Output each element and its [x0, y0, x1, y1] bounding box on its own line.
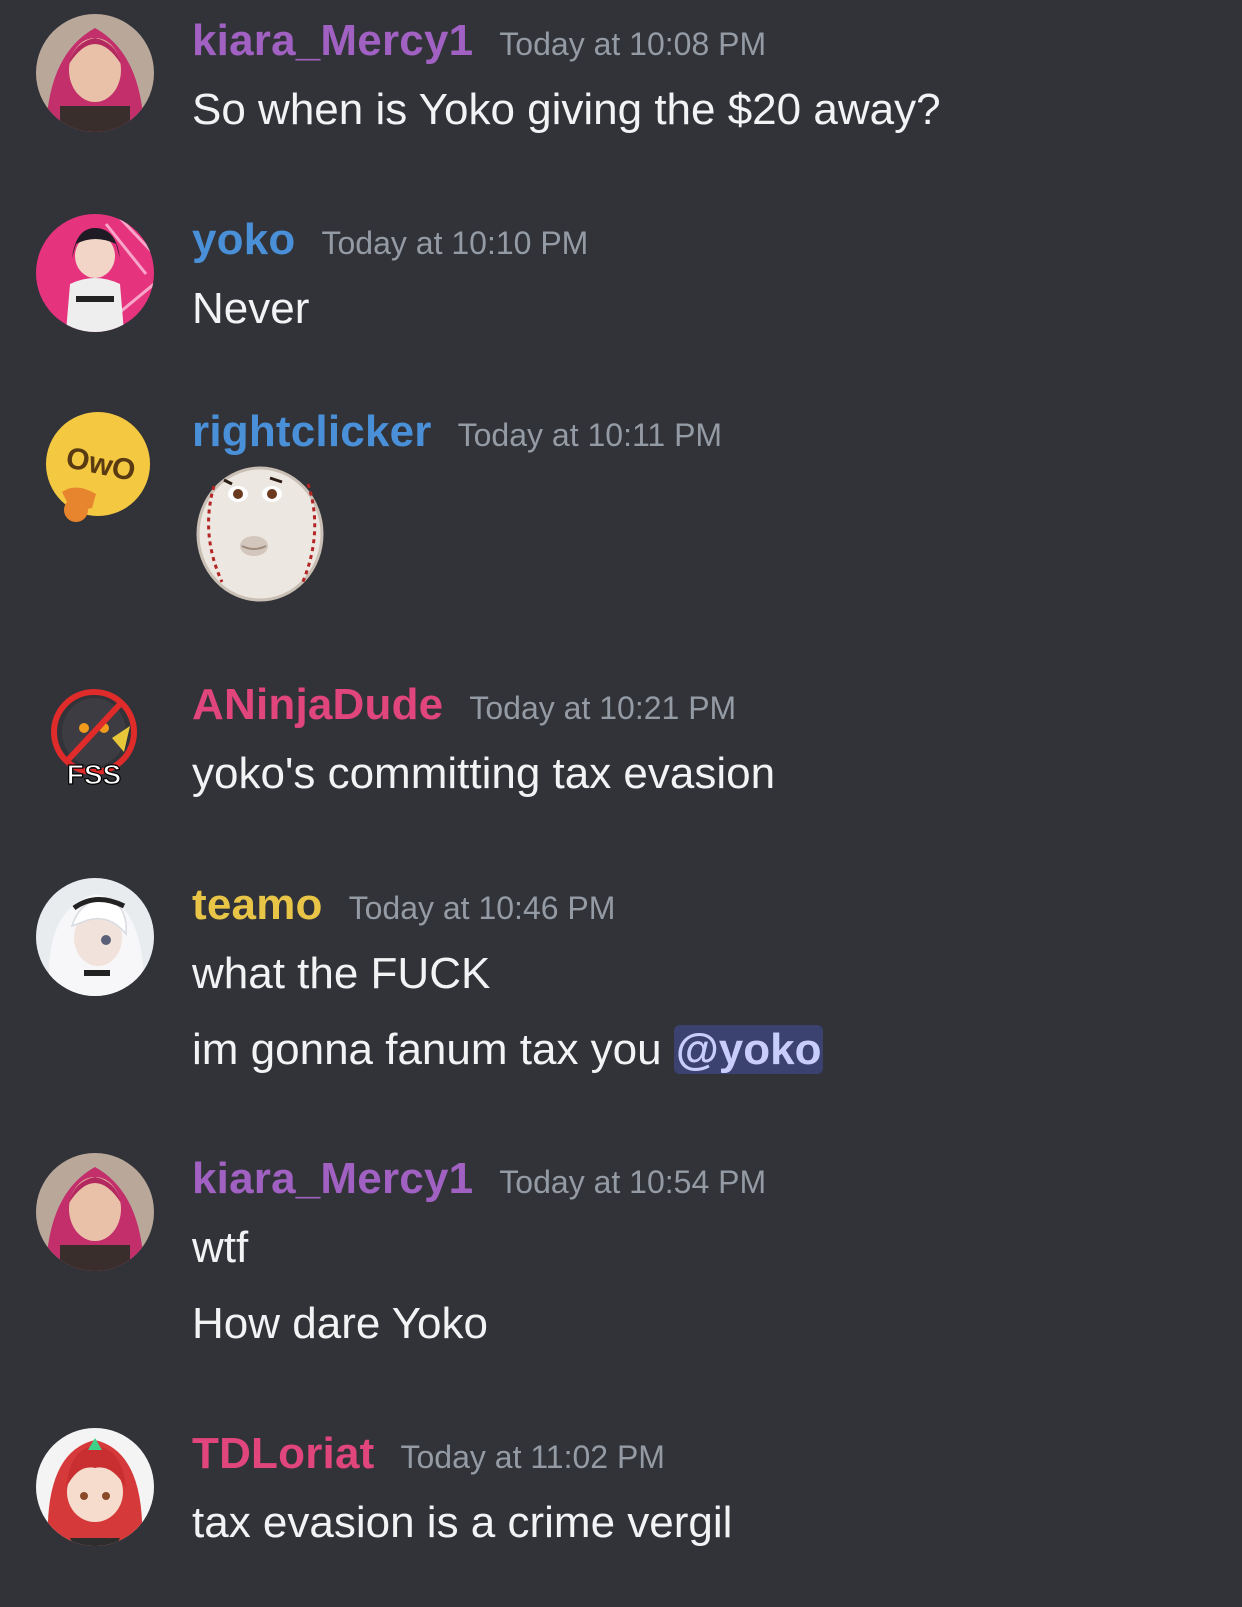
- timestamp: Today at 10:54 PM: [499, 1164, 767, 1200]
- message-text: Never: [192, 284, 310, 333]
- username[interactable]: kiara_Mercy1: [192, 16, 473, 66]
- user-avatar[interactable]: FSS: [36, 676, 154, 794]
- message-header: TDLoriat Today at 11:02 PM: [192, 1429, 665, 1489]
- message-text: tax evasion is a crime vergil: [192, 1498, 733, 1547]
- message-text: wtf: [192, 1223, 249, 1272]
- user-avatar[interactable]: [36, 1153, 154, 1271]
- tdloriat-avatar-icon: [36, 1428, 154, 1546]
- username[interactable]: rightclicker: [192, 407, 432, 457]
- username[interactable]: ANinjaDude: [192, 680, 443, 730]
- message-header: ANinjaDude Today at 10:21 PM: [192, 680, 736, 740]
- message-header: kiara_Mercy1 Today at 10:08 PM: [192, 16, 766, 76]
- message-header: teamo Today at 10:46 PM: [192, 880, 615, 940]
- username[interactable]: TDLoriat: [192, 1429, 374, 1479]
- user-avatar[interactable]: [36, 878, 154, 996]
- baseball-face-sticker[interactable]: [192, 462, 332, 602]
- username[interactable]: kiara_Mercy1: [192, 1154, 473, 1204]
- user-avatar[interactable]: OwO: [36, 408, 154, 526]
- user-avatar[interactable]: [36, 14, 154, 132]
- username[interactable]: yoko: [192, 215, 296, 265]
- timestamp: Today at 10:08 PM: [499, 26, 767, 62]
- kiara-avatar-icon: [36, 14, 154, 132]
- fss-avatar-icon: FSS: [51, 689, 137, 791]
- baseball-face-icon: [196, 466, 324, 602]
- message-header: kiara_Mercy1 Today at 10:54 PM: [192, 1154, 766, 1214]
- timestamp: Today at 10:46 PM: [348, 890, 616, 926]
- message-text: How dare Yoko: [192, 1299, 488, 1348]
- username[interactable]: teamo: [192, 880, 323, 930]
- timestamp: Today at 10:10 PM: [321, 225, 589, 261]
- owo-emoji-icon: OwO: [46, 412, 150, 522]
- user-avatar[interactable]: [36, 214, 154, 332]
- message-header: rightclicker Today at 10:11 PM: [192, 407, 722, 467]
- user-avatar[interactable]: [36, 1428, 154, 1546]
- teamo-avatar-icon: [36, 878, 154, 996]
- timestamp: Today at 10:11 PM: [457, 417, 723, 453]
- yoko-avatar-icon: [36, 214, 154, 332]
- fss-label: FSS: [67, 759, 121, 790]
- message-text: what the FUCK: [192, 949, 491, 998]
- message-text: So when is Yoko giving the $20 away?: [192, 85, 941, 134]
- message-text-content: im gonna fanum tax you: [192, 1025, 662, 1074]
- message-text: yoko's committing tax evasion: [192, 749, 776, 798]
- kiara-avatar-icon: [36, 1153, 154, 1271]
- timestamp: Today at 10:21 PM: [469, 690, 737, 726]
- timestamp: Today at 11:02 PM: [400, 1439, 665, 1475]
- message-text: im gonna fanum tax you @yoko: [192, 1022, 824, 1078]
- message-header: yoko Today at 10:10 PM: [192, 215, 588, 275]
- user-mention[interactable]: @yoko: [673, 1025, 824, 1074]
